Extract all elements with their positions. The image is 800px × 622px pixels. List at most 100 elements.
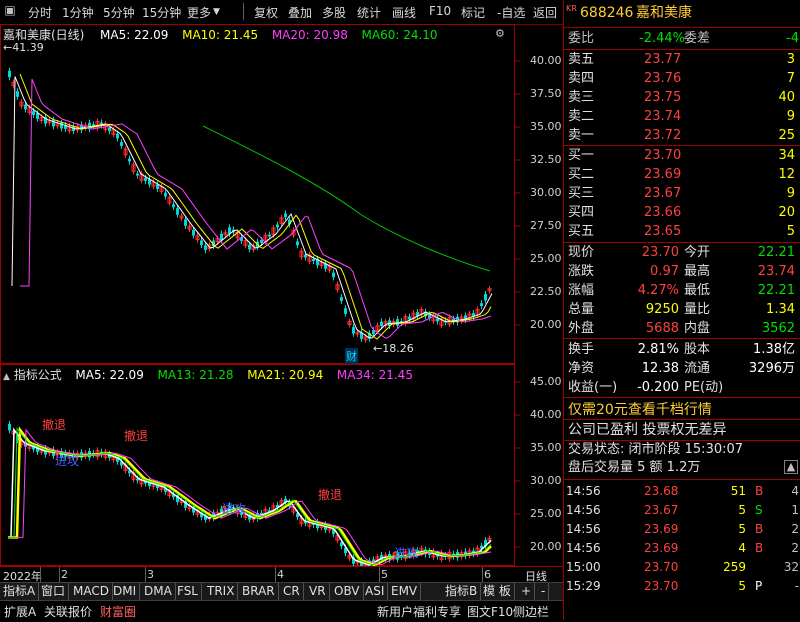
related-quotes-button[interactable]: 关联报价 — [44, 603, 92, 620]
buy-level-row[interactable]: 买四 23.66 20 — [564, 204, 800, 222]
main-y-axis: 40.00 37.50 35.00 32.50 30.00 27.50 25.0… — [514, 24, 563, 364]
toolbar-15min[interactable]: 15分钟 — [142, 4, 181, 21]
tab-asi[interactable]: ASI — [362, 583, 389, 600]
stat-value: 1.38亿 — [753, 342, 795, 357]
signal-attack: 进攻 — [222, 502, 247, 516]
sell-level-row[interactable]: 卖三 23.75 40 — [564, 89, 800, 107]
tab-emv[interactable]: EMV — [388, 583, 422, 600]
weibi-row: 委比 -2.44% 委差 -4 — [564, 30, 800, 48]
toolbar-back[interactable]: 返回 — [533, 4, 557, 21]
tab-obv[interactable]: OBV — [331, 583, 364, 600]
buy-level-row[interactable]: 买二 23.69 12 — [564, 166, 800, 184]
toolbar-more[interactable]: 更多 — [187, 4, 211, 21]
y-tick: 20.00 — [530, 540, 562, 553]
toolbar-zixuan[interactable]: -自选 — [497, 4, 525, 21]
sub-y-axis: 45.00 40.00 35.00 30.00 25.00 20.00 — [514, 364, 563, 566]
candle-body — [24, 104, 27, 110]
new-user-welfare-link[interactable]: 新用户福利专享 — [377, 603, 461, 620]
toolbar-1min[interactable]: 1分钟 — [62, 4, 94, 21]
candle-body — [172, 204, 175, 208]
stat-label: 换手 — [568, 342, 595, 357]
tab-macd[interactable]: MACD — [70, 583, 113, 600]
x-tick: 5 — [381, 568, 388, 581]
main-kline-chart[interactable]: 嘉和美康(日线) MA5: 22.09 MA10: 21.45 MA20: 20… — [0, 24, 563, 364]
toolbar-5min[interactable]: 5分钟 — [103, 4, 135, 21]
stat-value: 23.74 — [757, 264, 795, 279]
toolbar-huaxian[interactable]: 画线 — [392, 4, 416, 21]
buy-level-row[interactable]: 买三 23.67 9 — [564, 185, 800, 203]
sidebar-button[interactable]: 侧边栏 — [513, 603, 549, 620]
notice-text: 公司已盈利 投票权无差异 — [568, 422, 727, 438]
expand-a-button[interactable]: 扩展A — [4, 603, 36, 620]
tab-trix[interactable]: TRIX — [204, 583, 239, 600]
toolbar-tongji[interactable]: 统计 — [357, 4, 381, 21]
y-tick: 22.50 — [530, 285, 562, 298]
buy-level-label: 买四 — [568, 205, 595, 220]
wealth-circle-button[interactable]: 财富圈 — [100, 603, 136, 620]
toolbar-duogu[interactable]: 多股 — [322, 4, 346, 21]
buy-level-row[interactable]: 买五 23.65 5 — [564, 223, 800, 241]
tab-fsl[interactable]: FSL — [174, 583, 202, 600]
f10-graphic-button[interactable]: 图文F10 — [467, 603, 513, 620]
x-tick: 2 — [61, 568, 68, 581]
zoom-in-button[interactable]: + — [518, 583, 536, 600]
x-tick: 3 — [147, 568, 154, 581]
candle-body — [164, 192, 167, 197]
promo-text[interactable]: 仅需20元查看千档行情 — [568, 401, 712, 419]
tab-vr[interactable]: VR — [306, 583, 330, 600]
toolbar-fenshi[interactable]: 分时 — [28, 4, 52, 21]
tab-dma[interactable]: DMA — [141, 583, 176, 600]
tab-indicator-a[interactable]: 指标A — [0, 583, 40, 600]
tab-brar[interactable]: BRAR — [239, 583, 279, 600]
promo-row[interactable]: 仅需20元查看千档行情 — [564, 401, 800, 419]
tab-dmi[interactable]: DMI — [110, 583, 141, 600]
notice-row: 公司已盈利 投票权无差异 — [564, 421, 800, 439]
collapse-icon[interactable]: ▲ — [784, 460, 798, 474]
buy-level-volume: 9 — [786, 186, 795, 201]
toolbar-biaoji[interactable]: 标记 — [461, 4, 485, 21]
buy-level-row[interactable]: 买一 23.70 34 — [564, 147, 800, 165]
tick-time: 14:56 — [566, 484, 601, 498]
more-dropdown-icon[interactable]: ▼ — [213, 7, 220, 17]
tick-price: 23.68 — [644, 484, 679, 498]
stat-label: 内盘 — [684, 321, 711, 336]
tab-cr[interactable]: CR — [280, 583, 304, 600]
top-toolbar: ▣ 分时 1分钟 5分钟 15分钟 更多 ▼ 复权 叠加 多股 统计 画线 F1… — [0, 0, 563, 25]
after-hours-row: 盘后交易量 5 额 1.2万 ▲ — [564, 459, 800, 477]
quote-panel: KR 688246 嘉和美康 委比 -2.44% 委差 -4 仅需20元查看千档… — [563, 0, 800, 620]
tab-template[interactable]: 模 板 — [480, 583, 515, 600]
trade-state-text: 交易状态: 闭市阶段 15:30:07 — [568, 442, 744, 457]
candle-body — [268, 234, 271, 237]
tab-window[interactable]: 窗口 — [38, 583, 70, 600]
tick-row: 15:29 23.70 5 P - — [564, 577, 800, 595]
sell-level-row[interactable]: 卖一 23.72 25 — [564, 127, 800, 145]
sell-level-row[interactable]: 卖四 23.76 7 — [564, 70, 800, 88]
tick-side: S — [755, 503, 763, 517]
candle-body — [192, 229, 195, 236]
y-tick: 40.00 — [530, 54, 562, 67]
sell-level-row[interactable]: 卖五 23.77 3 — [564, 51, 800, 69]
weibi-label: 委比 — [568, 31, 595, 46]
ma-line — [8, 427, 492, 566]
zoom-out-button[interactable]: - — [538, 583, 550, 600]
ma60-line — [202, 125, 491, 272]
y-tick: 35.00 — [530, 120, 562, 133]
toolbar-diejia[interactable]: 叠加 — [288, 4, 312, 21]
tick-volume: 5 — [738, 503, 746, 517]
tick-volume: 51 — [730, 484, 746, 498]
sell-level-row[interactable]: 卖二 23.74 9 — [564, 108, 800, 126]
window-icon[interactable]: ▣ — [2, 2, 18, 18]
toolbar-f10[interactable]: F10 — [429, 4, 451, 18]
indicator-subchart[interactable]: ▲ 指标公式 MA5: 22.09 MA13: 21.28 MA21: 20.9… — [0, 364, 563, 566]
stat-value: 22.21 — [757, 283, 795, 298]
candle-body — [332, 272, 335, 278]
candle-body — [260, 240, 263, 243]
tick-volume: 5 — [738, 522, 746, 536]
trade-state-row: 交易状态: 闭市阶段 15:30:07 — [564, 441, 800, 459]
toolbar-fuquan[interactable]: 复权 — [254, 4, 278, 21]
candle-body — [344, 308, 347, 314]
stat-value: 22.21 — [757, 245, 795, 260]
buy-level-price: 23.65 — [644, 224, 682, 239]
candle-body — [136, 173, 139, 176]
tab-indicator-b[interactable]: 指标B — [442, 583, 482, 600]
